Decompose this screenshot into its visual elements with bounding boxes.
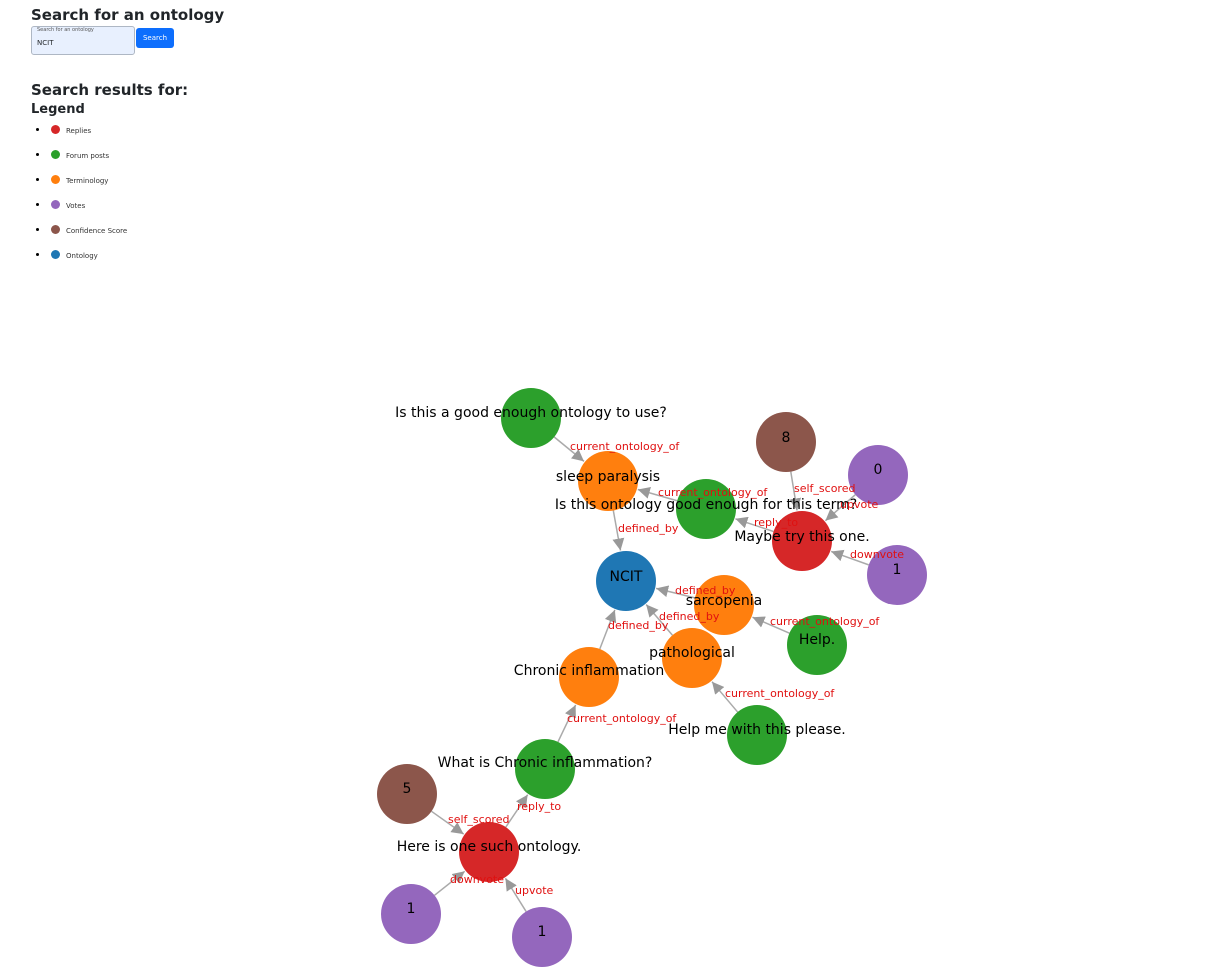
node-label: Help me with this please. [668,722,846,738]
legend-label: Ontology [66,252,98,260]
node-label: Chronic inflammation [514,663,664,679]
node-label: pathological [649,645,735,661]
edge-label: defined_by [608,619,669,632]
edge-label: defined_by [618,522,679,535]
edge-label: current_ontology_of [658,486,768,499]
node-label: Maybe try this one. [734,529,869,545]
edge-label: current_ontology_of [725,687,835,700]
search-field[interactable]: Search for an ontology [31,26,135,55]
edge-label: current_ontology_of [567,712,677,725]
bullet-icon [36,153,39,156]
bullet-icon [36,253,39,256]
edge-label: self_scored [794,482,855,495]
edge-label: upvote [840,498,879,511]
node-label: 8 [782,430,791,446]
node-label: What is Chronic inflammation? [438,755,653,771]
node-label: Help. [799,632,835,648]
edge-label: downvote [850,548,904,561]
bullet-icon [36,178,39,181]
legend-heading: Legend [31,102,85,117]
legend-label: Replies [66,127,92,135]
legend-label: Forum posts [66,152,110,160]
node-label: NCIT [610,569,643,585]
search-field-label: Search for an ontology [37,27,94,33]
edge-label: upvote [515,884,554,897]
node-label: 5 [403,781,412,797]
search-button[interactable]: Search [136,28,174,48]
search-heading: Search for an ontology [31,6,225,24]
bullet-icon [36,203,39,206]
page: NCIT sleep paralysis sarcopenia pathologica… [0,0,1231,975]
node-label: sleep paralysis [556,469,660,485]
node-label: Is this ontology good enough for this te… [555,497,857,513]
legend-label: Confidence Score [66,227,128,235]
edge-label: reply_to [517,800,561,813]
ontology-color-dot-icon [51,250,60,259]
edge-label: defined_by [675,584,736,597]
votes-color-dot-icon [51,200,60,209]
edge-label: downvote [450,873,504,886]
bullet-icon [36,228,39,231]
node-label: Here is one such ontology. [397,839,582,855]
edge-label: self_scored [448,813,509,826]
confidence-score-color-dot-icon [51,225,60,234]
edge-label: current_ontology_of [770,615,880,628]
bullet-icon [36,128,39,131]
node-label: 1 [893,562,902,578]
edge-label: current_ontology_of [570,440,680,453]
node-label: 1 [407,901,416,917]
search-input[interactable] [37,37,129,49]
node-label: 0 [874,462,883,478]
forum-posts-color-dot-icon [51,150,60,159]
network-graph[interactable]: NCITsleep paralysissarcopeniapathologica… [0,0,1231,975]
legend-label: Votes [66,202,86,210]
legend-label: Terminology [66,177,109,185]
replies-color-dot-icon [51,125,60,134]
node-label: Is this a good enough ontology to use? [395,405,667,421]
results-heading: Search results for: [31,81,189,99]
node-label: 1 [538,924,547,940]
edge-label: reply_to [754,516,798,529]
terminology-color-dot-icon [51,175,60,184]
